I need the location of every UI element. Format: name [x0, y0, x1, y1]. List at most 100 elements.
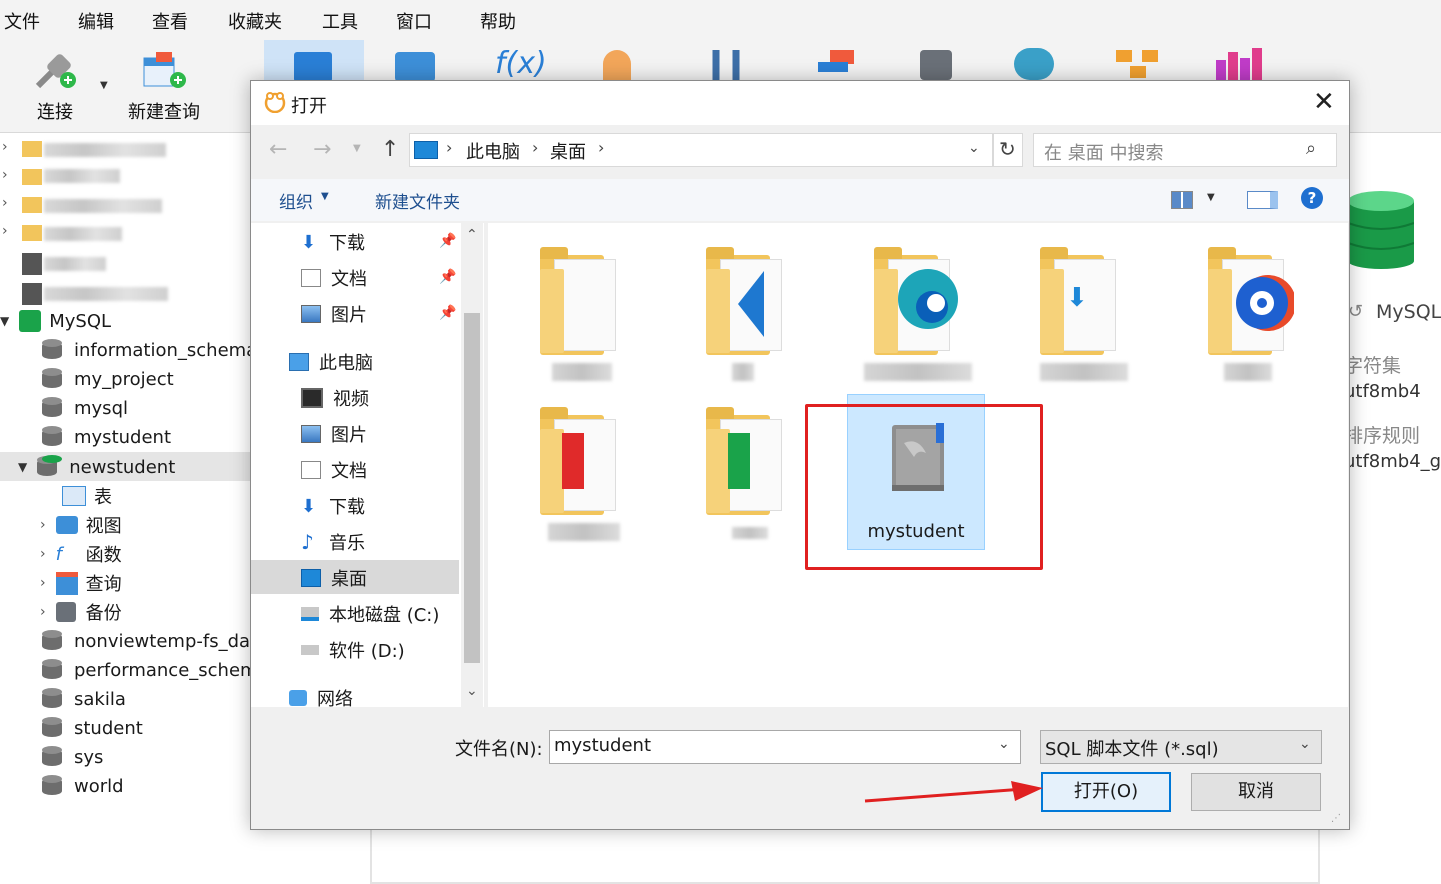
tree-db-nonviewtemp[interactable]: nonviewtemp-fs_data: [42, 627, 268, 655]
back-arrow-icon[interactable]: ←: [269, 137, 287, 162]
resize-grip-icon[interactable]: ⋰: [1331, 813, 1341, 824]
nav-documents[interactable]: 文档: [301, 455, 367, 485]
menu-edit[interactable]: 编辑: [78, 8, 114, 34]
folder-item[interactable]: [540, 247, 630, 357]
model-tool-icon[interactable]: [1116, 48, 1158, 80]
new-query-label[interactable]: 新建查询: [128, 98, 200, 124]
function-tool-icon[interactable]: f(x): [495, 46, 547, 81]
nav-this-pc[interactable]: 此电脑: [289, 347, 373, 377]
view-tool-icon[interactable]: [395, 52, 435, 82]
menu-help[interactable]: 帮助: [480, 8, 516, 34]
tree-db-mystudent[interactable]: mystudent: [42, 423, 171, 451]
pin-icon[interactable]: 📌: [439, 269, 456, 285]
breadcrumb-desktop[interactable]: 桌面: [550, 138, 586, 164]
address-dropdown-icon[interactable]: ⌄: [968, 140, 980, 156]
close-icon[interactable]: ✕: [1313, 87, 1335, 117]
chevron-right-icon[interactable]: ›: [2, 195, 8, 211]
tree-db-my_project[interactable]: my_project: [42, 365, 174, 393]
connect-dropdown-icon[interactable]: ▼: [100, 80, 108, 91]
connect-icon[interactable]: [32, 52, 78, 92]
chevron-down-icon[interactable]: ⌄: [998, 736, 1010, 752]
tree-db-mysql[interactable]: mysql: [42, 394, 128, 422]
nav-quick-documents[interactable]: 文档: [301, 263, 367, 293]
address-bar[interactable]: › 此电脑 › 桌面 › ⌄: [409, 133, 993, 167]
nav-videos[interactable]: 视频: [301, 383, 369, 413]
table-tool-button[interactable]: [264, 40, 364, 82]
other-tool-icon[interactable]: [706, 48, 746, 80]
refresh-button[interactable]: ↻: [993, 133, 1023, 167]
tree-functions[interactable]: › f 函数: [40, 540, 122, 568]
new-query-icon[interactable]: [142, 52, 188, 92]
chevron-right-icon[interactable]: ›: [2, 167, 8, 183]
chevron-right-icon[interactable]: ›: [40, 517, 46, 533]
pin-icon[interactable]: 📌: [439, 233, 456, 249]
redacted-connection[interactable]: [44, 257, 106, 271]
backup-tool-icon[interactable]: [920, 50, 952, 80]
up-arrow-icon[interactable]: ↑: [381, 137, 399, 162]
nav-desktop[interactable]: 桌面: [301, 563, 367, 593]
nav-quick-downloads[interactable]: ⬇ 下载: [301, 227, 365, 257]
chevron-right-icon[interactable]: ›: [2, 223, 8, 239]
folder-item[interactable]: [874, 247, 964, 357]
nav-quick-pictures[interactable]: 图片: [301, 299, 367, 329]
chart-tool-icon[interactable]: [1216, 48, 1262, 80]
forward-arrow-icon[interactable]: →: [313, 137, 331, 162]
open-button[interactable]: 打开(O): [1041, 772, 1171, 812]
scroll-up-icon[interactable]: ⌃: [466, 227, 478, 243]
tree-queries[interactable]: › 查询: [40, 569, 122, 597]
organize-button[interactable]: 组织: [279, 188, 313, 213]
redacted-connection[interactable]: [44, 227, 122, 241]
tree-tables[interactable]: 表: [62, 482, 112, 510]
search-icon[interactable]: ⌕: [1306, 138, 1316, 159]
nav-downloads[interactable]: ⬇ 下载: [301, 491, 365, 521]
tree-db-world[interactable]: world: [42, 772, 124, 800]
nav-music[interactable]: ♪ 音乐: [301, 527, 365, 557]
view-mode-icon[interactable]: [1171, 191, 1193, 209]
refresh-icon[interactable]: ↻: [999, 137, 1016, 161]
menu-file[interactable]: 文件: [4, 8, 40, 34]
chevron-down-icon[interactable]: ▼: [18, 460, 27, 474]
chevron-right-icon[interactable]: ›: [40, 604, 46, 620]
new-folder-button[interactable]: 新建文件夹: [375, 188, 460, 213]
pin-icon[interactable]: 📌: [439, 305, 456, 321]
folder-item[interactable]: [706, 407, 796, 517]
tree-backups[interactable]: › 备份: [40, 598, 122, 626]
connect-label[interactable]: 连接: [37, 98, 73, 124]
menu-favorites[interactable]: 收藏夹: [228, 8, 282, 34]
nav-network[interactable]: 网络: [289, 683, 353, 713]
tree-views[interactable]: › 视图: [40, 511, 122, 539]
nav-drive-c[interactable]: 本地磁盘 (C:): [301, 599, 439, 629]
recent-dropdown-icon[interactable]: ▼: [353, 143, 361, 154]
tree-mysql-connection[interactable]: ▼ MySQL: [0, 307, 111, 335]
nav-pictures[interactable]: 图片: [301, 419, 367, 449]
tree-db-sakila[interactable]: sakila: [42, 685, 126, 713]
chevron-down-icon[interactable]: ⌄: [1299, 736, 1311, 752]
redacted-connection[interactable]: [44, 169, 120, 183]
view-dropdown-icon[interactable]: ▼: [1207, 192, 1215, 203]
search-input[interactable]: 在 桌面 中搜索 ⌕: [1033, 133, 1337, 167]
scroll-thumb[interactable]: [464, 313, 480, 663]
help-icon[interactable]: ?: [1301, 187, 1323, 209]
tree-db-sys[interactable]: sys: [42, 743, 103, 771]
chevron-down-icon[interactable]: ▼: [0, 314, 9, 328]
chevron-right-icon[interactable]: ›: [2, 139, 8, 155]
folder-item[interactable]: [540, 407, 630, 517]
chevron-right-icon[interactable]: ›: [40, 575, 46, 591]
chevron-right-icon[interactable]: ›: [40, 546, 46, 562]
folder-item[interactable]: ⬇: [1040, 247, 1130, 357]
redacted-connection[interactable]: [44, 143, 166, 157]
nav-drive-d[interactable]: 软件 (D:): [301, 635, 405, 665]
folder-item[interactable]: [706, 247, 796, 357]
folder-item[interactable]: [1208, 247, 1298, 357]
redacted-connection[interactable]: [44, 287, 168, 301]
tree-db-information_schema[interactable]: information_schema: [42, 336, 257, 364]
redacted-connection[interactable]: [44, 199, 162, 213]
breadcrumb-this-pc[interactable]: 此电脑: [466, 138, 520, 164]
scroll-down-icon[interactable]: ⌄: [466, 683, 478, 699]
tree-db-performance_schema[interactable]: performance_schema: [42, 656, 269, 684]
automation-tool-icon[interactable]: [1014, 48, 1054, 80]
user-tool-icon[interactable]: [603, 50, 631, 80]
nav-scrollbar[interactable]: ⌃ ⌄: [461, 223, 483, 707]
filetype-select[interactable]: SQL 脚本文件 (*.sql) ⌄: [1040, 730, 1322, 764]
cancel-button[interactable]: 取消: [1191, 773, 1321, 811]
